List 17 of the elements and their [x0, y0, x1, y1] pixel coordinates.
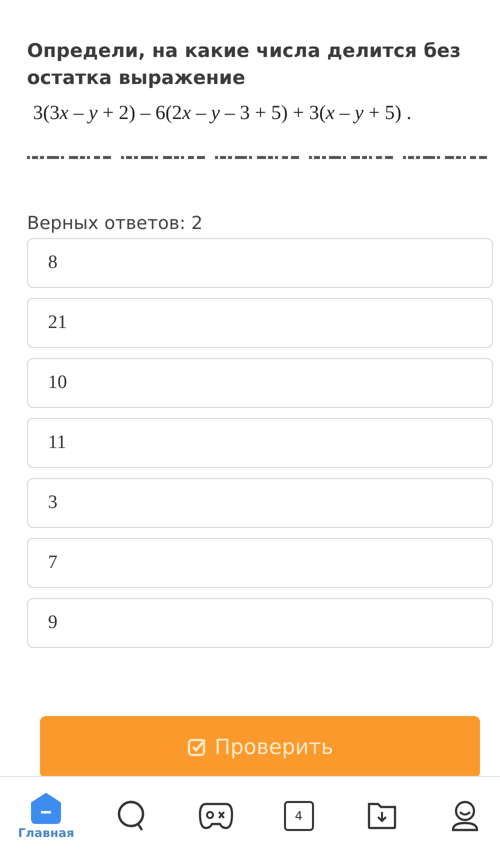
answer-option[interactable]: 3 — [27, 478, 493, 528]
nav-label[interactable]: Главная — [18, 826, 74, 840]
question-title: Определи, на какие числа делится без остатка выражение — [27, 39, 462, 91]
answer-option[interactable]: 10 — [27, 358, 493, 408]
answer-option[interactable]: 7 — [27, 538, 493, 588]
math-expression: 3(3x – y + 2) – 6(2x – y – 3 + 5) + 3(x – y + 5) . — [33, 102, 412, 125]
answer-option[interactable]: 9 — [27, 598, 493, 648]
profile-icon[interactable] — [450, 800, 479, 832]
answer-option[interactable]: 8 — [27, 238, 493, 288]
checkbox-icon — [186, 736, 207, 756]
folder-download-icon[interactable] — [366, 802, 398, 830]
answer-option[interactable]: 11 — [27, 418, 493, 468]
counter-icon[interactable]: 4 — [284, 801, 314, 831]
home-icon[interactable] — [30, 792, 62, 824]
gamepad-icon[interactable] — [198, 802, 234, 830]
answer-option[interactable]: 21 — [27, 298, 493, 348]
correct-answers-count: Верных ответов: 2 — [27, 213, 204, 234]
